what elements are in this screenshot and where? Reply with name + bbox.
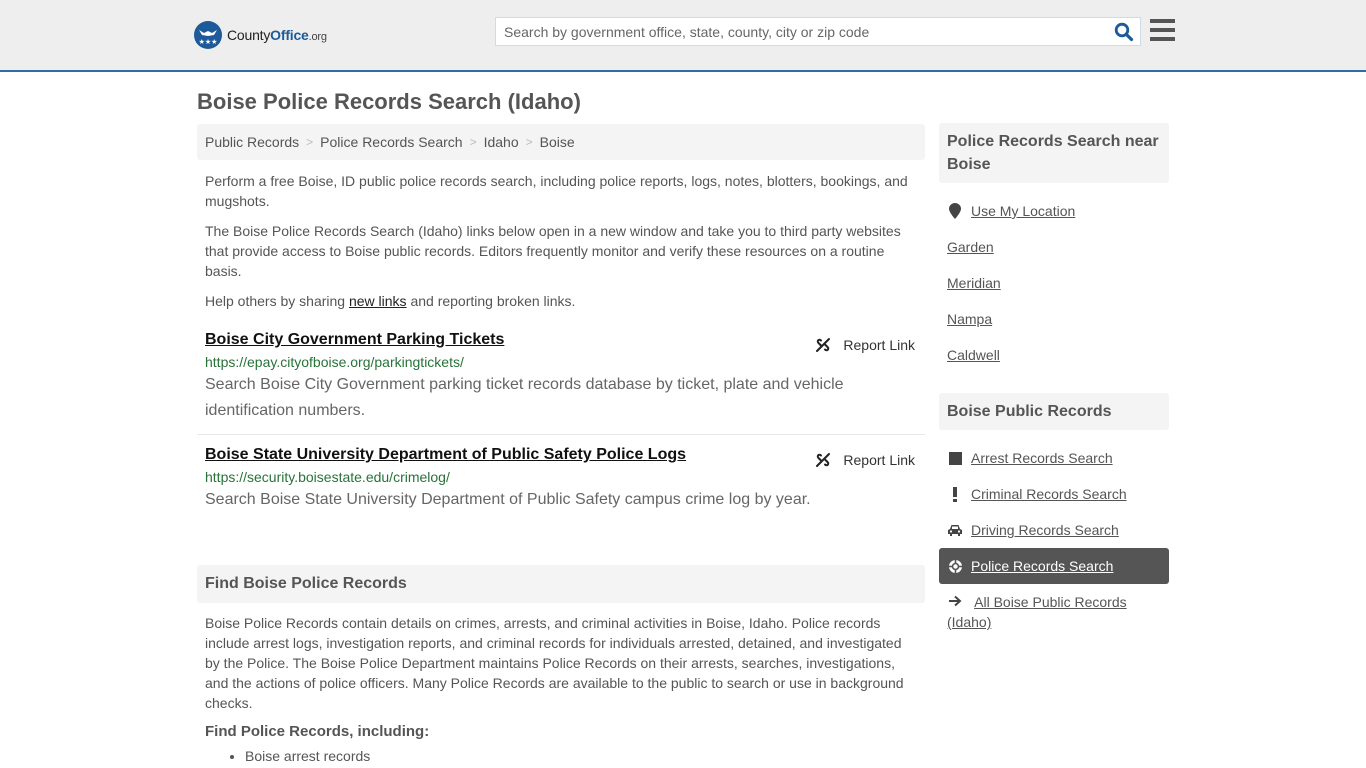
result-description: Search Boise City Government parking tic… — [205, 376, 844, 419]
breadcrumb-separator: > — [469, 135, 477, 149]
exclamation-icon — [947, 486, 963, 502]
report-link-button[interactable]: Report Link — [815, 337, 915, 353]
sidebar-item-arrest-records[interactable]: Arrest Records Search — [939, 440, 1169, 476]
logo-eagle-icon: ★★★ — [194, 21, 222, 49]
use-my-location-item[interactable]: Use My Location — [939, 193, 1169, 229]
logo-county: County — [227, 27, 271, 43]
report-link-label: Report Link — [843, 337, 915, 353]
sidebar-link[interactable]: Police Records Search — [971, 558, 1113, 574]
result-description: Search Boise State University Department… — [205, 491, 811, 508]
breadcrumb: Public Records > Police Records Search >… — [197, 124, 925, 160]
sidebar-link[interactable]: All Boise Public Records (Idaho) — [947, 594, 1127, 630]
use-my-location-link[interactable]: Use My Location — [971, 203, 1075, 219]
arrow-right-icon — [947, 595, 963, 607]
breadcrumb-police-records-search[interactable]: Police Records Search — [320, 134, 462, 150]
nearby-city-link-meridian[interactable]: Meridian — [947, 275, 1001, 291]
page-title: Boise Police Records Search (Idaho) — [197, 89, 581, 114]
intro-paragraph-1: Perform a free Boise, ID public police r… — [205, 173, 908, 209]
search-input[interactable] — [496, 18, 1106, 45]
find-records-list: Boise arrest records — [197, 748, 925, 764]
public-records-list: Arrest Records Search Criminal Records S… — [939, 440, 1169, 632]
intro-help-text-end: and reporting broken links. — [406, 293, 576, 309]
nearby-city-item[interactable]: Caldwell — [939, 337, 1169, 373]
site-search — [495, 17, 1141, 46]
nearby-city-item[interactable]: Meridian — [939, 265, 1169, 301]
sidebar-link[interactable]: Driving Records Search — [971, 522, 1119, 538]
hamburger-menu-icon-bar — [1150, 37, 1175, 41]
sidebar-item-all-public-records[interactable]: All Boise Public Records (Idaho) — [939, 584, 1169, 632]
sidebar-item-police-records[interactable]: Police Records Search — [939, 548, 1169, 584]
crosshairs-icon — [947, 559, 963, 574]
breadcrumb-idaho[interactable]: Idaho — [484, 134, 519, 150]
sidebar-link[interactable]: Criminal Records Search — [971, 486, 1127, 502]
find-records-subheading: Find Police Records, including: — [205, 723, 430, 740]
sidebar-link[interactable]: Arrest Records Search — [971, 450, 1113, 466]
result-title-link[interactable]: Boise State University Department of Pub… — [205, 445, 686, 465]
report-link-label: Report Link — [843, 452, 915, 468]
breadcrumb-separator: > — [306, 135, 314, 149]
sidebar: Police Records Search near Boise Use My … — [939, 123, 1169, 632]
nearby-list: Use My Location Garden Meridian Nampa Ca… — [939, 193, 1169, 373]
list-item: Boise arrest records — [245, 748, 917, 764]
report-link-button[interactable]: Report Link — [815, 452, 915, 468]
map-marker-icon — [947, 203, 963, 219]
sidebar-item-criminal-records[interactable]: Criminal Records Search — [939, 476, 1169, 512]
intro-paragraph-3: Help others by sharing new links and rep… — [205, 291, 917, 311]
nearby-city-link-garden[interactable]: Garden — [947, 239, 994, 255]
nearby-city-item[interactable]: Nampa — [939, 301, 1169, 337]
public-records-heading: Boise Public Records — [939, 393, 1169, 430]
logo-text: CountyOffice.org — [227, 27, 327, 43]
result-url: https://epay.cityofboise.org/parkingtick… — [205, 354, 464, 370]
new-links-link[interactable]: new links — [349, 293, 407, 309]
top-header: ★★★ CountyOffice.org — [0, 0, 1366, 72]
main-content: Public Records > Police Records Search >… — [197, 124, 925, 764]
nearby-city-item[interactable]: Garden — [939, 229, 1169, 265]
search-icon — [1114, 22, 1134, 42]
result-url: https://security.boisestate.edu/crimelog… — [205, 469, 450, 485]
car-icon — [947, 524, 963, 536]
search-button[interactable] — [1114, 22, 1134, 42]
logo-org: .org — [308, 31, 327, 43]
find-records-text: Boise Police Records contain details on … — [205, 615, 904, 711]
broken-link-icon — [816, 453, 831, 467]
nearby-heading: Police Records Search near Boise — [939, 123, 1169, 183]
square-icon — [947, 451, 963, 465]
nearby-city-link-nampa[interactable]: Nampa — [947, 311, 992, 327]
result-item: Boise State University Department of Pub… — [197, 435, 925, 523]
find-records-heading: Find Boise Police Records — [197, 565, 925, 603]
result-item: Boise City Government Parking Tickets Re… — [197, 330, 925, 435]
hamburger-menu-button[interactable] — [1150, 19, 1175, 42]
breadcrumb-public-records[interactable]: Public Records — [205, 134, 299, 150]
intro-paragraph-2: The Boise Police Records Search (Idaho) … — [205, 223, 901, 279]
broken-link-icon — [816, 338, 831, 352]
breadcrumb-separator: > — [525, 135, 533, 149]
sidebar-item-driving-records[interactable]: Driving Records Search — [939, 512, 1169, 548]
hamburger-menu-icon-bar — [1150, 19, 1175, 23]
breadcrumb-boise[interactable]: Boise — [540, 134, 575, 150]
intro-text: Perform a free Boise, ID public police r… — [197, 171, 925, 311]
logo-office: Office — [270, 27, 309, 43]
hamburger-menu-icon-bar — [1150, 28, 1175, 32]
nearby-city-link-caldwell[interactable]: Caldwell — [947, 347, 1000, 363]
intro-help-text: Help others by sharing — [205, 293, 349, 309]
result-title-link[interactable]: Boise City Government Parking Tickets — [205, 330, 504, 350]
countyoffice-logo[interactable]: ★★★ CountyOffice.org — [194, 21, 327, 49]
svg-text:★★★: ★★★ — [199, 38, 218, 46]
